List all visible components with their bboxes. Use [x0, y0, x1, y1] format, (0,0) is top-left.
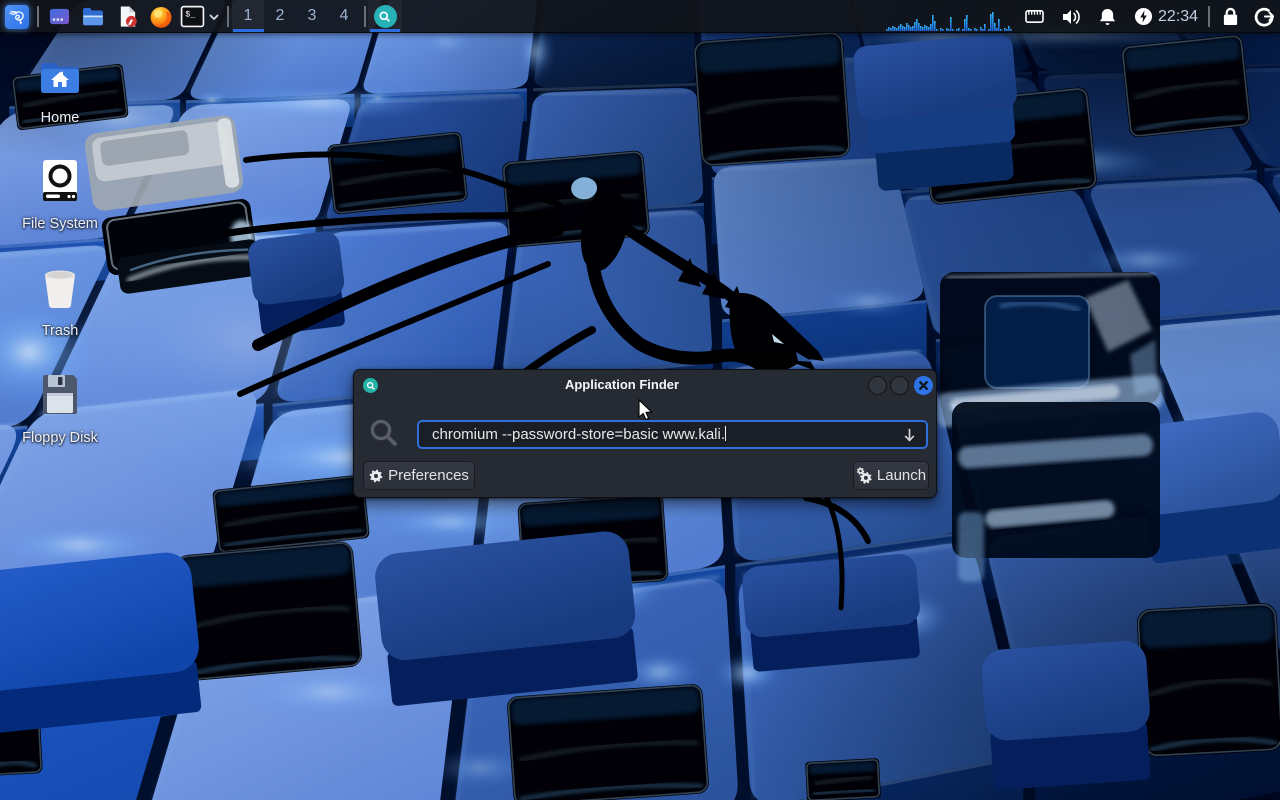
- svg-text:$_: $_: [185, 10, 196, 20]
